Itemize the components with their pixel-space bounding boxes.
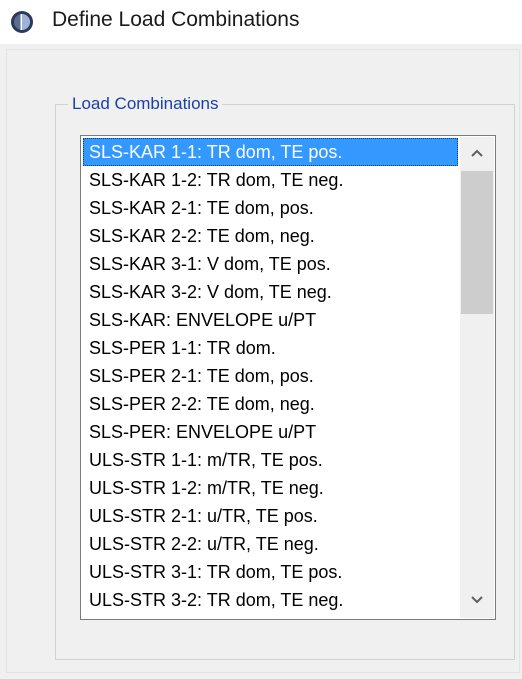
- list-item[interactable]: SLS-PER 2-1: TE dom, pos.: [83, 362, 458, 390]
- group-label: Load Combinations: [68, 94, 223, 114]
- app-icon: [10, 10, 34, 34]
- list-item[interactable]: ULS-STR 1-1: m/TR, TE pos.: [83, 446, 458, 474]
- scroll-up-button[interactable]: [460, 137, 494, 171]
- load-combinations-listbox[interactable]: SLS-KAR 1-1: TR dom, TE pos. SLS-KAR 1-2:…: [80, 135, 496, 620]
- scrollbar-thumb[interactable]: [461, 171, 493, 314]
- list-item[interactable]: ULS-STR 3-2: TR dom, TE neg.: [83, 586, 458, 614]
- list-item[interactable]: SLS-KAR 3-2: V dom, TE neg.: [83, 278, 458, 306]
- list-items: SLS-KAR 1-1: TR dom, TE pos. SLS-KAR 1-2:…: [83, 138, 458, 614]
- list-item[interactable]: ULS-STR 2-2: u/TR, TE neg.: [83, 530, 458, 558]
- list-item[interactable]: SLS-KAR 1-1: TR dom, TE pos.: [83, 138, 458, 166]
- list-item[interactable]: SLS-KAR 2-1: TE dom, pos.: [83, 194, 458, 222]
- list-item[interactable]: ULS-STR 3-1: TR dom, TE pos.: [83, 558, 458, 586]
- vertical-scrollbar[interactable]: [460, 137, 494, 618]
- list-item[interactable]: SLS-KAR 3-1: V dom, TE pos.: [83, 250, 458, 278]
- list-item[interactable]: ULS-STR 1-2: m/TR, TE neg.: [83, 474, 458, 502]
- list-item[interactable]: SLS-KAR 1-2: TR dom, TE neg.: [83, 166, 458, 194]
- list-item[interactable]: SLS-PER: ENVELOPE u/PT: [83, 418, 458, 446]
- title-bar[interactable]: Define Load Combinations: [0, 0, 522, 44]
- list-item[interactable]: SLS-PER 2-2: TE dom, neg.: [83, 390, 458, 418]
- list-item[interactable]: SLS-KAR 2-2: TE dom, neg.: [83, 222, 458, 250]
- list-item[interactable]: ULS-STR 2-1: u/TR, TE pos.: [83, 502, 458, 530]
- chevron-up-icon: [470, 145, 484, 163]
- chevron-down-icon: [470, 592, 484, 610]
- scroll-down-button[interactable]: [460, 584, 494, 618]
- list-item[interactable]: SLS-PER 1-1: TR dom.: [83, 334, 458, 362]
- list-item[interactable]: SLS-KAR: ENVELOPE u/PT: [83, 306, 458, 334]
- window-title: Define Load Combinations: [52, 8, 300, 31]
